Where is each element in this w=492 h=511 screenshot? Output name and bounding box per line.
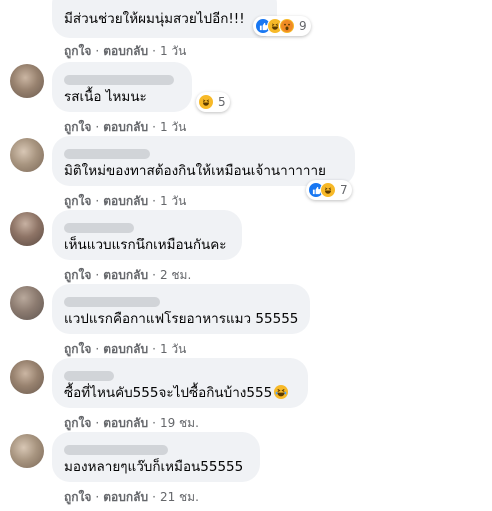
avatar[interactable]: [10, 434, 44, 468]
separator: ·: [95, 44, 100, 58]
reply-link[interactable]: ตอบกลับ: [103, 194, 148, 208]
avatar[interactable]: [10, 138, 44, 172]
reply-link[interactable]: ตอบกลับ: [103, 120, 148, 134]
comment-bubble: ซื้อที่ไหนคับ555จะไปซื้อกินบ้าง555: [52, 358, 308, 408]
reaction-count: 7: [340, 183, 348, 197]
author-name-blurred[interactable]: [64, 70, 180, 85]
reply-link[interactable]: ตอบกลับ: [103, 44, 148, 58]
comment-actions: ถูกใจ · ตอบกลับ · 2 ชม.: [64, 266, 191, 285]
comment-bubble: มิติใหม่ของทาสต้องกินให้เหมือนเจ้านาาาาา…: [52, 136, 355, 186]
author-name-blurred[interactable]: [64, 292, 298, 307]
comment-text: ซื้อที่ไหนคับ555จะไปซื้อกินบ้าง555: [64, 384, 296, 403]
wow-icon: [279, 18, 295, 34]
comment-actions: ถูกใจ · ตอบกลับ · 21 ชม.: [64, 488, 199, 507]
separator: ·: [152, 44, 156, 58]
separator: ·: [95, 120, 100, 134]
avatar[interactable]: [10, 360, 44, 394]
like-link[interactable]: ถูกใจ: [64, 490, 91, 504]
comment-bubble: เห็นแวบแรกนึกเหมือนกันคะ: [52, 210, 242, 260]
reaction-summary[interactable]: 5: [196, 92, 230, 112]
author-name-blurred[interactable]: [64, 366, 296, 381]
comment-text: มิติใหม่ของทาสต้องกินให้เหมือนเจ้านาาาาา…: [64, 163, 326, 179]
comment-text: แวปแรกคือกาแฟโรยอาหารแมว 55555: [64, 311, 299, 327]
like-link[interactable]: ถูกใจ: [64, 268, 91, 282]
author-name-blurred[interactable]: [64, 218, 230, 233]
separator: ·: [152, 268, 156, 282]
timestamp[interactable]: 19 ชม.: [160, 416, 199, 430]
separator: ·: [95, 342, 100, 356]
like-link[interactable]: ถูกใจ: [64, 120, 91, 134]
comment-text-body: ซื้อที่ไหนคับ555จะไปซื้อกินบ้าง555: [64, 385, 273, 401]
reaction-count: 5: [218, 95, 226, 109]
reaction-count: 9: [299, 19, 307, 33]
timestamp[interactable]: 1 วัน: [160, 194, 186, 208]
comment-bubble: มองหลายๆแว๊บก็เหมือน55555: [52, 432, 260, 482]
reply-link[interactable]: ตอบกลับ: [103, 268, 148, 282]
like-link[interactable]: ถูกใจ: [64, 44, 91, 58]
comment-actions: ถูกใจ · ตอบกลับ · 1 วัน: [64, 118, 186, 137]
like-link[interactable]: ถูกใจ: [64, 342, 91, 356]
timestamp[interactable]: 1 วัน: [160, 120, 186, 134]
separator: ·: [152, 120, 156, 134]
separator: ·: [95, 268, 100, 282]
separator: ·: [152, 490, 156, 504]
comment-actions: ถูกใจ · ตอบกลับ · 19 ชม.: [64, 414, 199, 433]
author-name-blurred[interactable]: [64, 440, 248, 455]
timestamp[interactable]: 1 วัน: [160, 44, 186, 58]
haha-icon: [198, 94, 214, 110]
comment-text: มีส่วนช่วยให้ผมนุ่มสวยไปอีก!!!: [64, 11, 245, 27]
comment-text: รสเนื้อ ไหมนะ: [64, 89, 147, 105]
reaction-summary[interactable]: 9: [253, 16, 311, 36]
comment-actions: ถูกใจ · ตอบกลับ · 1 วัน: [64, 192, 186, 211]
reply-link[interactable]: ตอบกลับ: [103, 490, 148, 504]
reply-link[interactable]: ตอบกลับ: [103, 416, 148, 430]
reaction-summary[interactable]: 7: [306, 180, 352, 200]
avatar[interactable]: [10, 64, 44, 98]
separator: ·: [95, 490, 100, 504]
comment-text: มองหลายๆแว๊บก็เหมือน55555: [64, 459, 244, 475]
author-name-blurred[interactable]: [64, 144, 343, 159]
separator: ·: [95, 194, 100, 208]
comment-text: เห็นแวบแรกนึกเหมือนกันคะ: [64, 237, 227, 253]
comment-bubble: รสเนื้อ ไหมนะ: [52, 62, 192, 112]
timestamp[interactable]: 21 ชม.: [160, 490, 199, 504]
like-link[interactable]: ถูกใจ: [64, 416, 91, 430]
separator: ·: [152, 416, 156, 430]
separator: ·: [95, 416, 100, 430]
timestamp[interactable]: 1 วัน: [160, 342, 186, 356]
separator: ·: [152, 342, 156, 356]
haha-icon: [320, 182, 336, 198]
reply-link[interactable]: ตอบกลับ: [103, 342, 148, 356]
avatar[interactable]: [10, 212, 44, 246]
avatar[interactable]: [10, 286, 44, 320]
separator: ·: [152, 194, 156, 208]
comment-actions: ถูกใจ · ตอบกลับ · 1 วัน: [64, 42, 186, 61]
comment-bubble: แวปแรกคือกาแฟโรยอาหารแมว 55555: [52, 284, 310, 334]
haha-emoji-icon: [274, 385, 289, 399]
timestamp[interactable]: 2 ชม.: [160, 268, 191, 282]
like-link[interactable]: ถูกใจ: [64, 194, 91, 208]
comment-actions: ถูกใจ · ตอบกลับ · 1 วัน: [64, 340, 186, 359]
comment-bubble: มีส่วนช่วยให้ผมนุ่มสวยไปอีก!!!: [52, 0, 277, 38]
